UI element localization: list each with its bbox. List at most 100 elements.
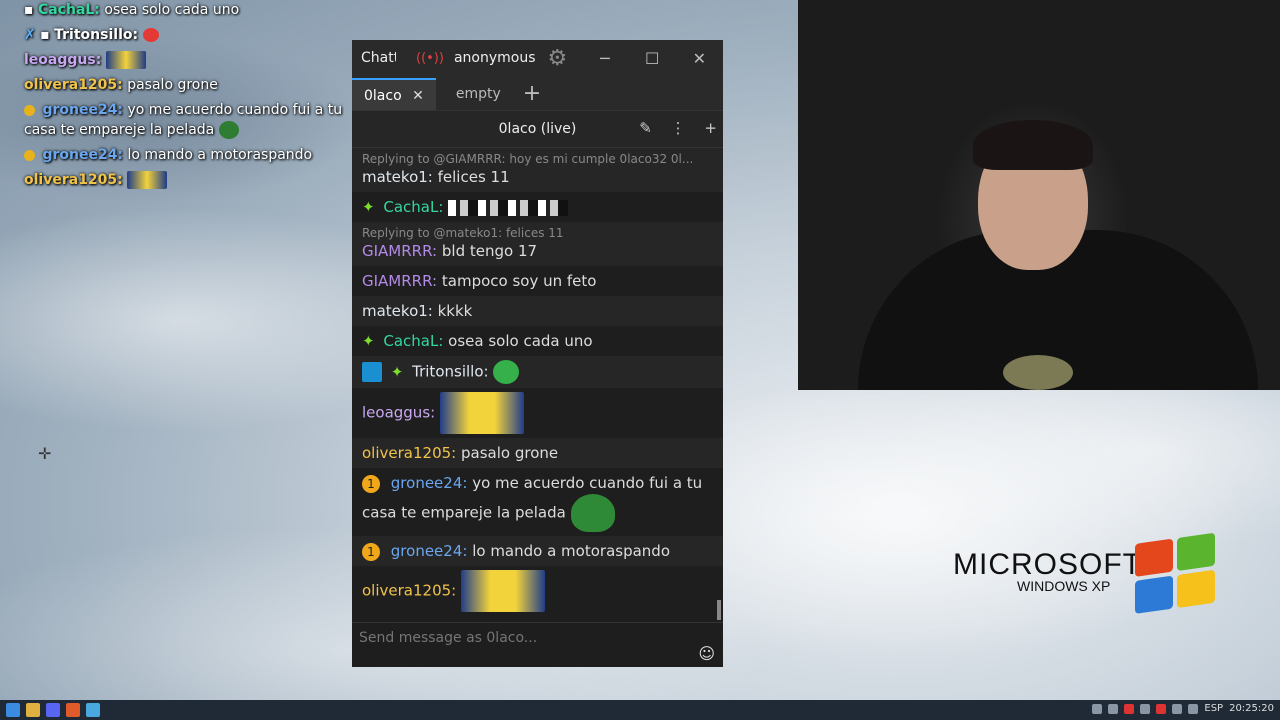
pepe-emote-icon: [218, 121, 239, 139]
gold-badge-icon: [24, 149, 35, 161]
maximize-button[interactable]: ☐: [629, 49, 676, 68]
hammer-icon: ✗: [24, 27, 36, 43]
minion-emote-icon: [127, 171, 168, 189]
tab-label: 0laco: [364, 88, 402, 104]
webcam-person-hair: [973, 120, 1093, 170]
emoji-icon[interactable]: ☺: [698, 644, 715, 663]
tray-icon[interactable]: [1108, 703, 1119, 714]
chat-window: Chatte ((•)) anonymous ⚙ ─ ☐ ✕ 0laco ✕ e…: [352, 40, 723, 667]
message-text: lo mando a motoraspando: [472, 542, 670, 560]
live-indicator-icon: ((•)): [416, 50, 444, 66]
chat-message[interactable]: olivera1205: pasalo grone: [352, 438, 723, 468]
tab-close-icon[interactable]: ✕: [412, 88, 424, 104]
message-text: bld tengo 17: [441, 242, 538, 260]
volume-icon[interactable]: [1188, 703, 1199, 714]
overlay-line: ▪ CachaL: osea solo cada uno: [24, 0, 344, 20]
tab-0laco[interactable]: 0laco ✕: [352, 78, 436, 110]
tray-icon[interactable]: [1140, 703, 1151, 714]
message-text: tampoco soy un feto: [441, 272, 597, 290]
start-icon[interactable]: [6, 703, 20, 717]
sparkle-badge-icon: ✦: [362, 198, 375, 216]
scrollbar[interactable]: [717, 600, 721, 620]
overlay-line: ✗ ▪ Tritonsillo:: [24, 25, 344, 45]
webcam-feed: [798, 0, 1280, 390]
username[interactable]: gronee24:: [391, 474, 468, 492]
discord-icon[interactable]: [46, 703, 60, 717]
tray-icon[interactable]: [1172, 703, 1183, 714]
username[interactable]: CachaL:: [383, 198, 443, 216]
tray-icon[interactable]: [1124, 703, 1135, 714]
frog-emote-icon: [142, 28, 159, 42]
reply-context[interactable]: Replying to @mateko1: felices 11: [362, 226, 713, 240]
tab-empty[interactable]: empty: [444, 78, 513, 110]
webcam-mate-cup: [1003, 355, 1073, 390]
moderation-icon[interactable]: ✎: [639, 119, 652, 137]
overlay-line: leoaggus:: [24, 50, 344, 70]
close-button[interactable]: ✕: [676, 49, 723, 68]
chat-message[interactable]: mateko1: kkkk: [352, 296, 723, 326]
tab-bar: 0laco ✕ empty +: [352, 76, 723, 110]
hammer-icon: [362, 362, 382, 382]
overlay-line: olivera1205:: [24, 170, 344, 190]
chat-message[interactable]: 1 gronee24: lo mando a motoraspando: [352, 536, 723, 566]
overlay-username: CachaL:: [37, 2, 100, 18]
minimize-button[interactable]: ─: [581, 49, 628, 68]
reply-context[interactable]: Replying to @GIAMRRR: hoy es mi cumple 0…: [362, 152, 713, 166]
overlay-text: pasalo grone: [127, 77, 218, 93]
folder-icon[interactable]: [26, 703, 40, 717]
overlay-line: olivera1205: pasalo grone: [24, 75, 344, 95]
overlay-username: olivera1205:: [24, 77, 123, 93]
username[interactable]: olivera1205:: [362, 444, 456, 462]
username[interactable]: GIAMRRR:: [362, 242, 437, 260]
chat-message[interactable]: Replying to @GIAMRRR: hoy es mi cumple 0…: [352, 148, 723, 192]
username[interactable]: leoaggus:: [362, 404, 435, 422]
chat-message[interactable]: olivera1205:: [352, 566, 723, 616]
gear-icon[interactable]: ⚙: [548, 46, 568, 71]
chatterino-icon[interactable]: [86, 703, 100, 717]
add-tab-button[interactable]: +: [513, 81, 551, 110]
browser-icon[interactable]: [66, 703, 80, 717]
emote-strip-icon: [448, 199, 569, 216]
add-split-icon[interactable]: +: [704, 119, 717, 137]
channel-title: 0laco (live): [498, 121, 577, 137]
more-icon[interactable]: ⋮: [671, 119, 686, 137]
language-indicator[interactable]: ESP: [1204, 703, 1223, 714]
tray-icon[interactable]: [1092, 703, 1103, 714]
gold-badge-icon: [24, 104, 35, 116]
overlay-chat: ▪ CachaL: osea solo cada uno ✗ ▪ Tritons…: [24, 0, 344, 195]
chat-message[interactable]: Replying to @mateko1: felices 11 GIAMRRR…: [352, 222, 723, 266]
chat-message[interactable]: ✦ CachaL:: [352, 192, 723, 222]
username[interactable]: gronee24:: [391, 542, 468, 560]
overlay-text: lo mando a motoraspando: [127, 147, 313, 163]
overlay-username: leoaggus:: [24, 52, 102, 68]
username[interactable]: mateko1:: [362, 302, 433, 320]
message-list[interactable]: Replying to @GIAMRRR: hoy es mi cumple 0…: [352, 148, 723, 628]
chat-message[interactable]: GIAMRRR: tampoco soy un feto: [352, 266, 723, 296]
chat-message[interactable]: ✦ CachaL: osea solo cada uno: [352, 326, 723, 356]
windows-xp-logo: MICROSOFT WINDOWS XP: [953, 548, 1142, 594]
message-input[interactable]: [357, 629, 661, 647]
username[interactable]: Tritonsillo:: [412, 363, 488, 381]
username[interactable]: mateko1:: [362, 168, 433, 186]
username[interactable]: olivera1205:: [362, 582, 456, 600]
chat-message[interactable]: 1 gronee24: yo me acuerdo cuando fui a t…: [352, 468, 723, 536]
crosshair-cursor-icon: ✛: [38, 444, 52, 463]
overlay-username: Tritonsillo:: [54, 27, 139, 43]
chat-message[interactable]: ✦ Tritonsillo:: [352, 356, 723, 388]
badge-icon: ▪: [24, 2, 34, 18]
title-bar[interactable]: Chatte ((•)) anonymous ⚙ ─ ☐ ✕: [352, 40, 723, 76]
username[interactable]: CachaL:: [383, 332, 443, 350]
frog-emote-icon: [493, 360, 520, 384]
account-switcher[interactable]: anonymous: [454, 50, 536, 66]
overlay-username: gronee24:: [42, 147, 124, 163]
message-text: felices 11: [437, 168, 510, 186]
chat-message[interactable]: leoaggus:: [352, 388, 723, 438]
username[interactable]: GIAMRRR:: [362, 272, 437, 290]
split-header[interactable]: 0laco (live) ✎ ⋮ +: [352, 110, 723, 148]
pepe-emote-icon: [570, 494, 615, 532]
minion-emote-icon: [461, 570, 545, 612]
gold-badge-icon: 1: [362, 474, 380, 493]
clock[interactable]: 20:25:20: [1229, 703, 1274, 714]
tray-icon[interactable]: [1156, 703, 1167, 714]
overlay-text: osea solo cada uno: [104, 2, 240, 18]
